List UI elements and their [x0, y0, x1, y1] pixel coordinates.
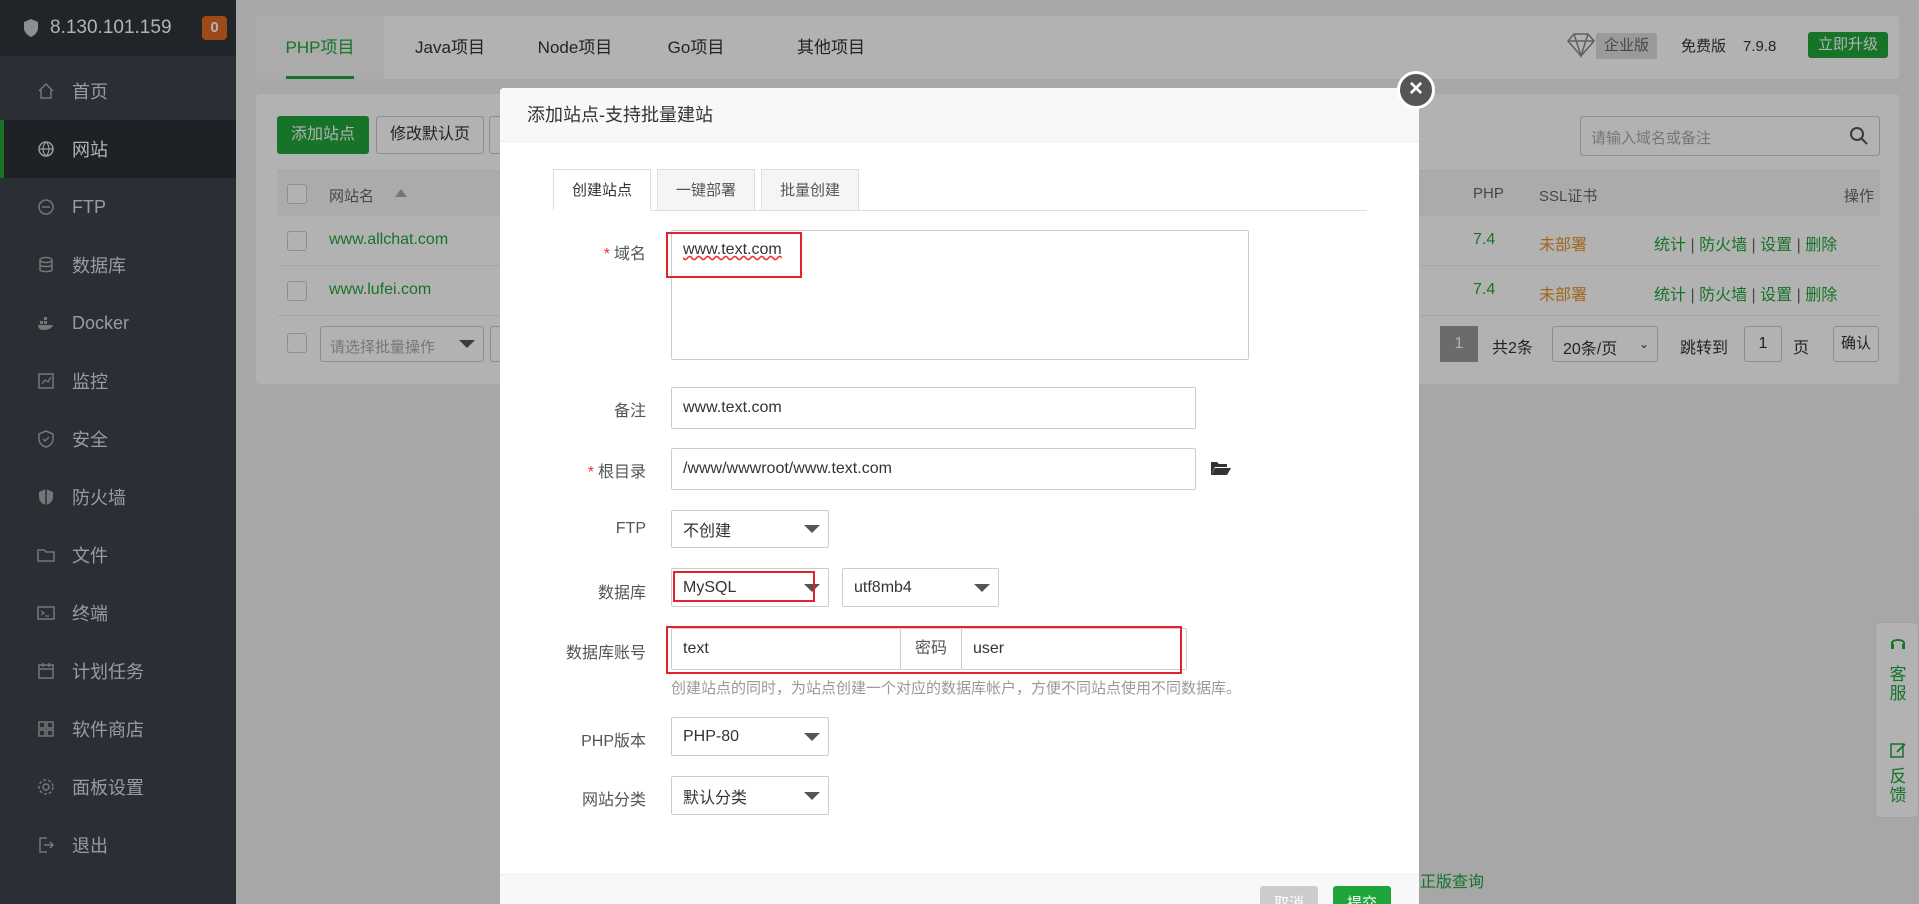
chevron-down-icon [974, 583, 990, 592]
database-label: 数据库 [597, 585, 646, 602]
remark-label: 备注 [613, 403, 646, 420]
folder-open-icon[interactable] [1210, 459, 1232, 480]
php-version-value: PHP-80 [683, 727, 740, 745]
root-dir-label: * 根目录 [587, 464, 646, 481]
highlight-box [666, 626, 1182, 674]
root-dir-input[interactable]: /www/wwwroot/www.text.com [671, 448, 1196, 490]
highlight-box [673, 571, 815, 602]
chevron-down-icon [804, 525, 820, 533]
ftp-label: FTP [615, 520, 646, 537]
category-select[interactable]: 默认分类 [671, 776, 829, 815]
ftp-select-value: 不创建 [683, 523, 732, 540]
category-label: 网站分类 [581, 792, 646, 809]
category-value: 默认分类 [683, 789, 748, 807]
php-version-select[interactable]: PHP-80 [671, 717, 829, 756]
db-hint-text: 创建站点的同时，为站点创建一个对应的数据库帐户，方便不同站点使用不同数据库。 [671, 680, 1242, 697]
php-version-label: PHP版本 [581, 733, 646, 750]
tab-one-click-deploy[interactable]: 一键部署 [657, 169, 756, 211]
ftp-select[interactable]: 不创建 [671, 510, 829, 548]
submit-button[interactable]: 提交 [1333, 886, 1392, 904]
tab-create-site[interactable]: 创建站点 [553, 169, 652, 211]
db-account-label: 数据库账号 [565, 645, 646, 662]
close-icon[interactable]: × [1397, 71, 1435, 109]
cancel-button[interactable]: 取消 [1260, 886, 1319, 904]
charset-value: utf8mb4 [854, 578, 912, 596]
highlight-box [666, 232, 802, 278]
charset-select[interactable]: utf8mb4 [842, 568, 999, 607]
dialog-tabs: 创建站点 一键部署 批量创建 [553, 169, 1367, 211]
add-site-dialog: 添加站点-支持批量建站 创建站点 一键部署 批量创建 * 域名 www.text.… [500, 88, 1419, 904]
dialog-title: 添加站点-支持批量建站 [500, 88, 1419, 142]
domain-label: * 域名 [603, 246, 646, 263]
chevron-down-icon [804, 732, 820, 741]
remark-input[interactable]: www.text.com [671, 387, 1196, 429]
tab-batch-create[interactable]: 批量创建 [761, 169, 860, 211]
chevron-down-icon [804, 791, 820, 800]
